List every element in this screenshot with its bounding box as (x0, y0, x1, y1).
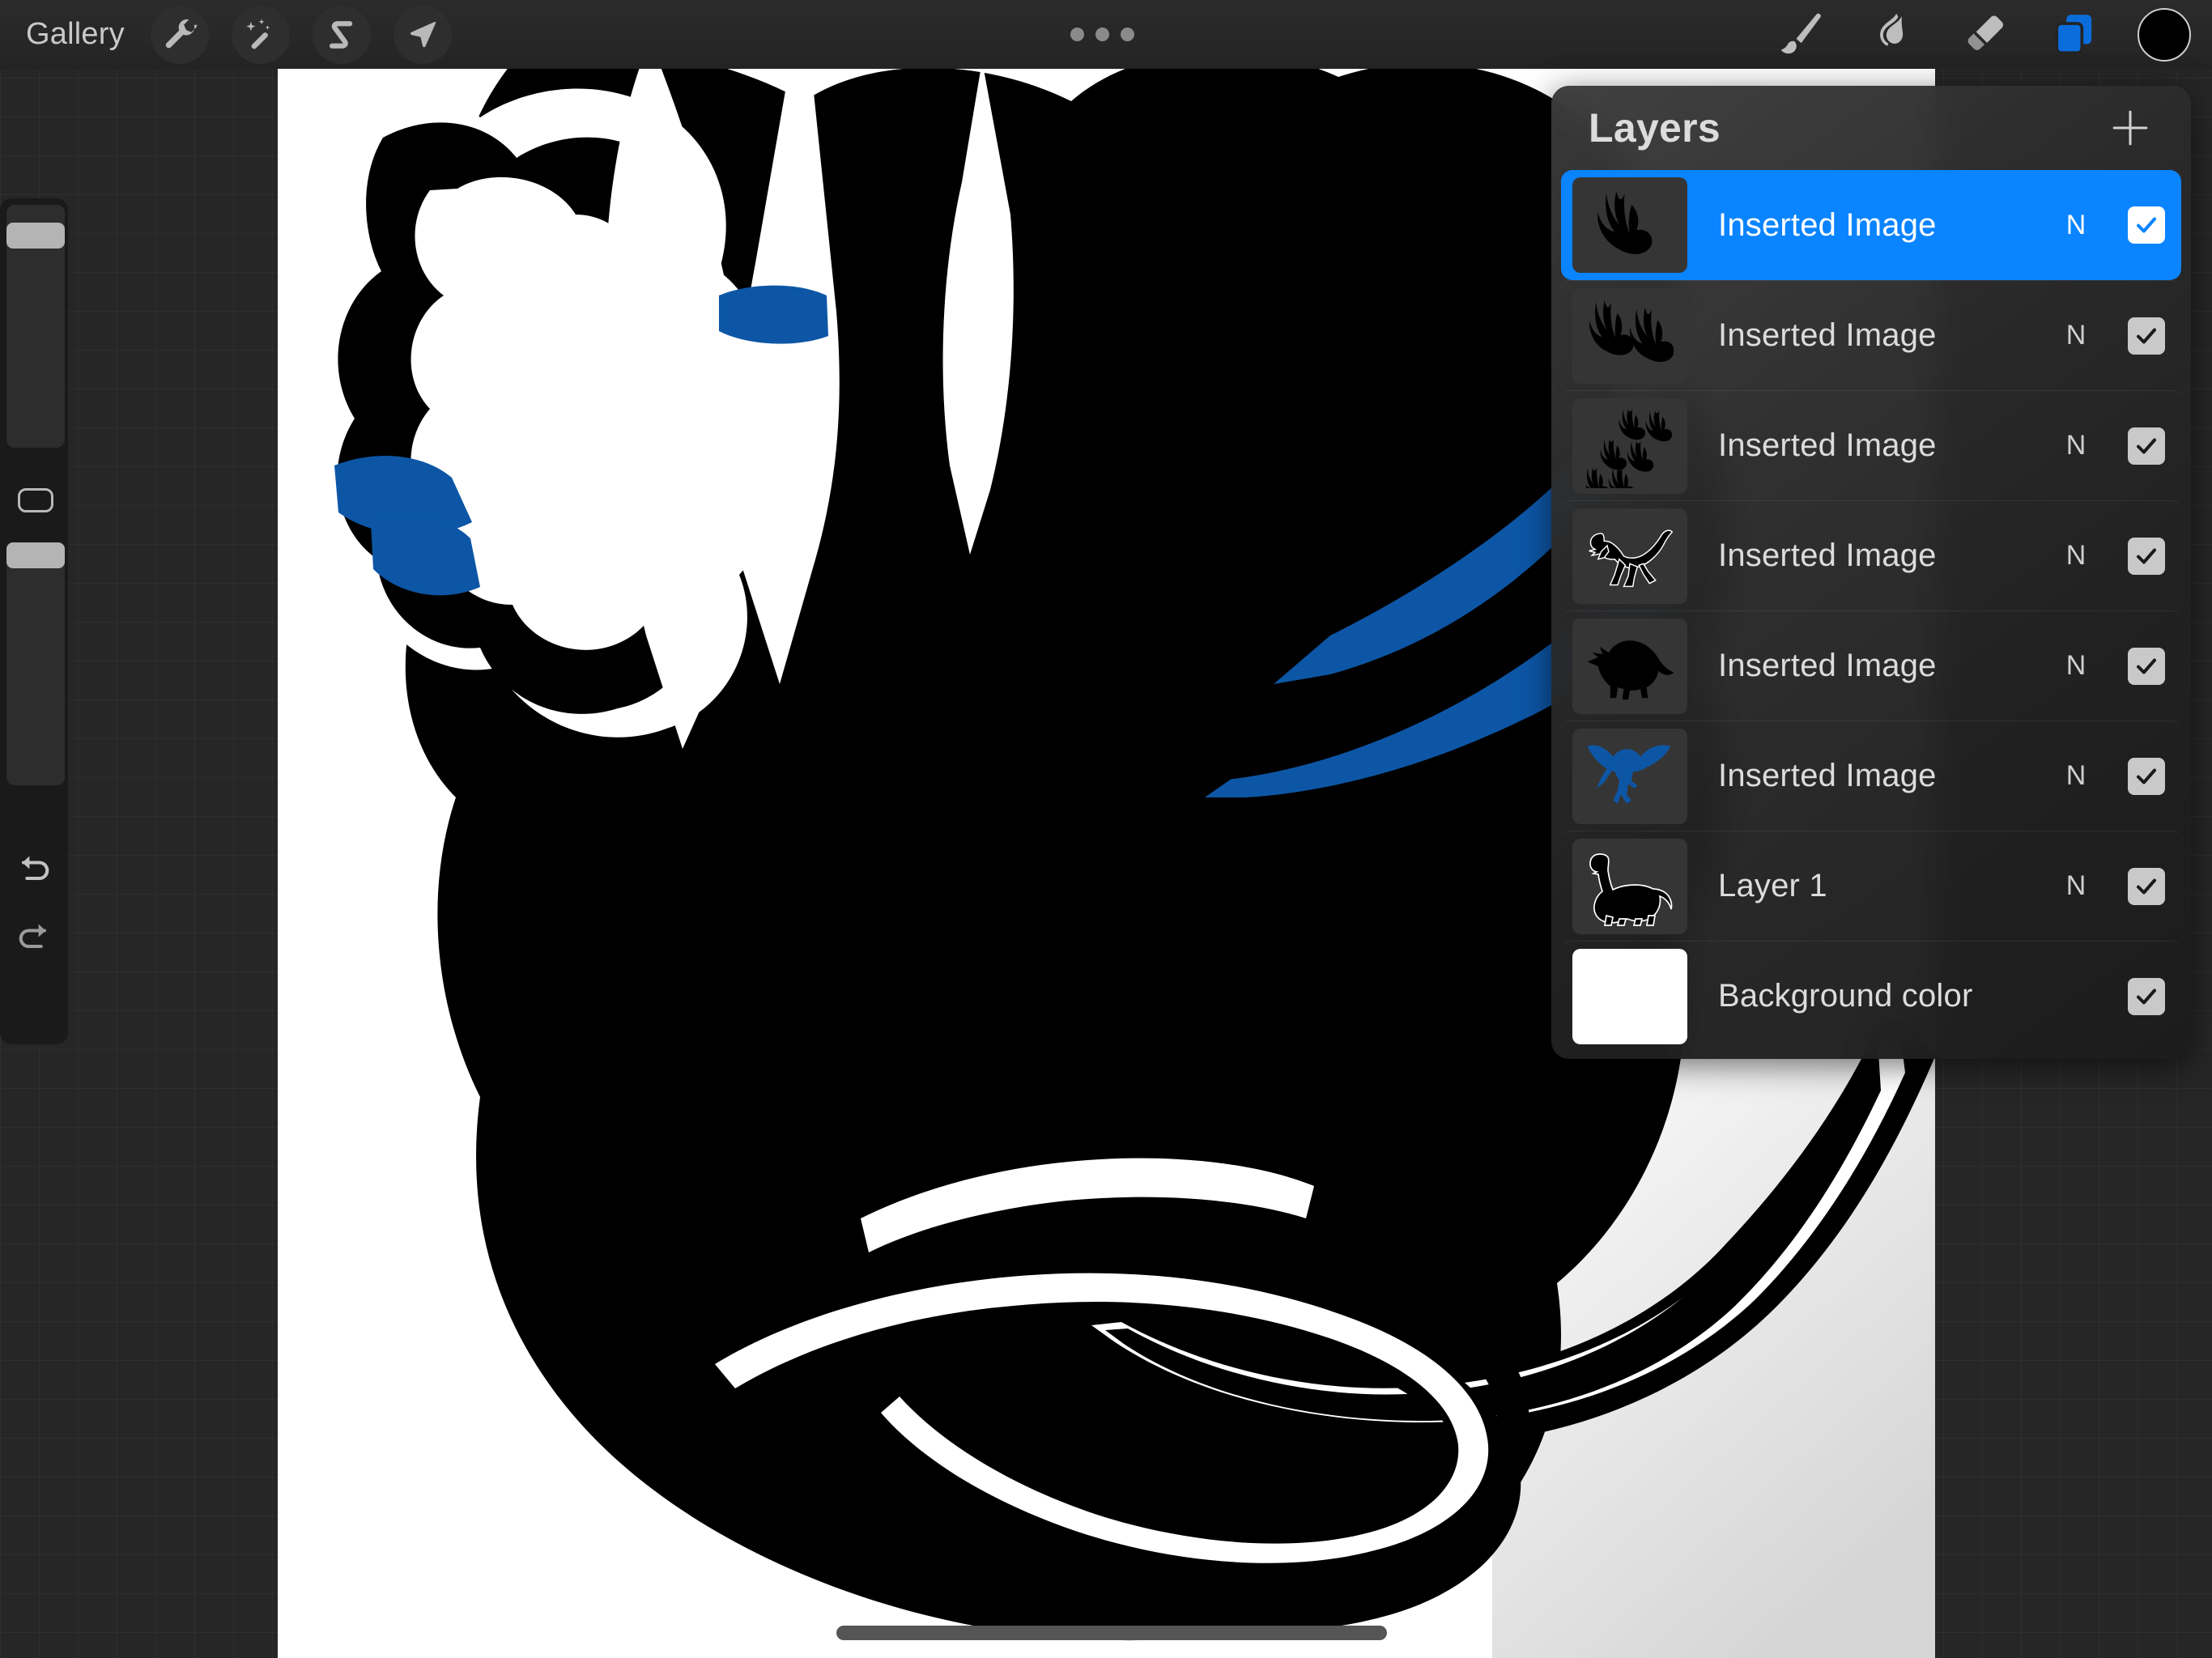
layer-name: Inserted Image (1718, 758, 1937, 793)
layer-row[interactable]: Inserted Image N (1561, 280, 2181, 390)
layer-blend-mode[interactable]: N (2052, 760, 2100, 792)
redo-button[interactable] (0, 906, 68, 966)
dot-3 (1121, 28, 1134, 41)
layer-visibility-checkbox[interactable] (2128, 206, 2165, 244)
toolbar-left-group: Gallery (0, 0, 463, 69)
layer-blend-mode[interactable]: N (2052, 870, 2100, 902)
layer-name: Layer 1 (1718, 868, 1827, 903)
layer-blend-mode[interactable]: N (2052, 650, 2100, 682)
transform-arrow-icon[interactable] (393, 5, 452, 64)
layer-thumbnail-brontosaurus[interactable] (1572, 838, 1687, 934)
layers-list: Inserted Image N Inserted Image N Insert… (1551, 170, 2191, 1051)
more-options-dots-icon[interactable] (1070, 0, 1134, 69)
layer-row[interactable]: Inserted Image N (1561, 170, 2181, 280)
layer-thumbnail-pterodactyl[interactable] (1572, 728, 1687, 824)
undo-button[interactable] (0, 838, 68, 898)
procreate-app-window: Gallery Layers Inserted Image N Inserted… (0, 0, 2212, 1658)
layer-blend-mode[interactable]: N (2052, 430, 2100, 461)
layer-name: Inserted Image (1718, 317, 1937, 353)
layer-visibility-checkbox[interactable] (2128, 757, 2165, 795)
layer-thumbnail-trex[interactable] (1572, 508, 1687, 604)
opacity-slider[interactable] (6, 542, 65, 785)
layers-icon[interactable] (2029, 0, 2120, 69)
paint-brush-icon[interactable] (1757, 0, 1848, 69)
layers-panel-header: Layers (1551, 86, 2191, 170)
adjustments-magic-wand-icon[interactable] (231, 5, 290, 64)
layer-row[interactable]: Inserted Image N (1561, 610, 2181, 721)
layer-blend-mode[interactable]: N (2052, 540, 2100, 572)
layer-thumbnail-triceratops[interactable] (1572, 618, 1687, 714)
toolbar-right-group (1757, 0, 2212, 69)
layer-name: Inserted Image (1718, 427, 1937, 463)
layer-visibility-checkbox[interactable] (2128, 977, 2165, 1015)
color-swatch-button[interactable] (2138, 7, 2191, 62)
eraser-icon[interactable] (1938, 0, 2029, 69)
brush-size-slider[interactable] (6, 205, 65, 448)
layer-visibility-checkbox[interactable] (2128, 867, 2165, 905)
actions-wrench-icon[interactable] (150, 5, 209, 64)
layer-thumbnail-footprint-trail[interactable] (1572, 397, 1687, 494)
left-sidebar (0, 198, 68, 1044)
layer-thumbnail-footprint-pair[interactable] (1572, 287, 1687, 384)
layer-row[interactable]: Layer 1 N (1561, 831, 2181, 941)
dot-1 (1070, 28, 1084, 41)
top-toolbar: Gallery (0, 0, 2212, 69)
home-indicator[interactable] (836, 1626, 1387, 1640)
opacity-thumb[interactable] (6, 542, 65, 568)
layer-blend-mode[interactable]: N (2052, 320, 2100, 351)
layer-name: Inserted Image (1718, 538, 1937, 573)
smudge-icon[interactable] (1848, 0, 1938, 69)
layer-row[interactable]: Inserted Image N (1561, 500, 2181, 610)
add-layer-plus-icon[interactable] (2107, 104, 2154, 151)
layer-name: Background color (1718, 978, 1973, 1014)
layers-panel-title: Layers (1589, 105, 1721, 151)
modify-button[interactable] (18, 488, 53, 512)
layer-name: Inserted Image (1718, 206, 1937, 243)
layer-visibility-checkbox[interactable] (2128, 537, 2165, 575)
layer-visibility-checkbox[interactable] (2128, 317, 2165, 355)
layer-row-background-color[interactable]: Background color (1561, 941, 2181, 1051)
layer-visibility-checkbox[interactable] (2128, 427, 2165, 465)
selection-s-curve-icon[interactable] (312, 5, 371, 64)
layer-row[interactable]: Inserted Image N (1561, 721, 2181, 831)
dot-2 (1095, 28, 1109, 41)
layer-blend-mode[interactable]: N (2052, 210, 2100, 241)
layer-row[interactable]: Inserted Image N (1561, 390, 2181, 500)
brush-size-thumb[interactable] (6, 223, 65, 249)
layer-name: Inserted Image (1718, 648, 1937, 683)
layer-visibility-checkbox[interactable] (2128, 647, 2165, 685)
layer-thumbnail-background-color[interactable] (1572, 948, 1687, 1044)
layer-thumbnail-footprint-single[interactable] (1572, 177, 1687, 273)
gallery-button[interactable]: Gallery (0, 0, 139, 69)
layers-panel: Layers Inserted Image N Inserted Image N… (1551, 86, 2191, 1059)
